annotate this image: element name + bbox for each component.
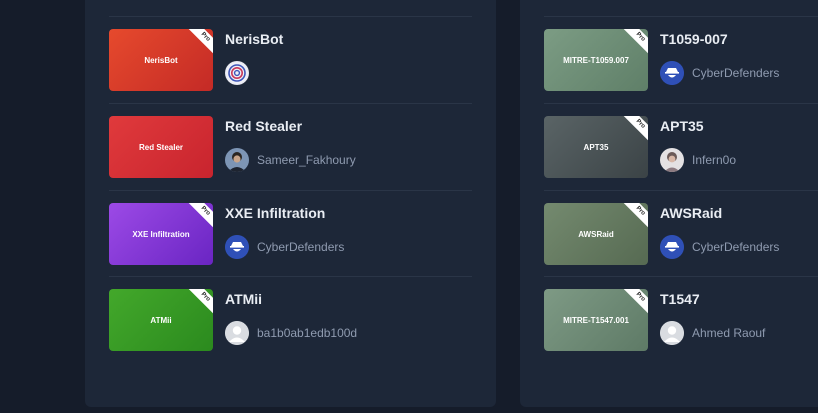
lab-card[interactable]: ATMii Pro ATMii ba1b0ab1edb100d xyxy=(109,289,472,351)
lab-author[interactable] xyxy=(225,61,257,85)
lab-thumbnail[interactable]: APT35 Pro xyxy=(544,116,648,178)
row-divider xyxy=(544,190,818,191)
lab-title[interactable]: T1059-007 xyxy=(660,31,728,47)
lab-thumbnail-label: ATMii xyxy=(150,315,172,325)
lab-card[interactable]: XXE Infiltration Pro XXE Infiltration Cy… xyxy=(109,203,472,265)
lab-card[interactable]: NerisBot Pro NerisBot xyxy=(109,29,472,91)
lab-author[interactable]: Infern0o xyxy=(660,148,736,172)
author-name: CyberDefenders xyxy=(692,240,780,254)
default-user-icon xyxy=(660,321,684,345)
author-name: CyberDefenders xyxy=(257,240,345,254)
lab-title[interactable]: XXE Infiltration xyxy=(225,205,325,221)
author-name: Sameer_Fakhoury xyxy=(257,153,356,167)
author-name: Infern0o xyxy=(692,153,737,167)
lab-title[interactable]: T1547 xyxy=(660,291,700,307)
author-name: ba1b0ab1edb100d xyxy=(257,326,358,340)
lab-author[interactable]: ba1b0ab1edb100d xyxy=(225,321,357,345)
lab-thumbnail-label: MITRE-T1547.001 xyxy=(563,315,629,325)
lab-title[interactable]: ATMii xyxy=(225,291,262,307)
lab-thumbnail-label: AWSRaid xyxy=(578,229,614,239)
lab-card[interactable]: MITRE-T1547.001 Pro T1547 Ahmed Raouf xyxy=(544,289,818,351)
user-photo-icon xyxy=(225,148,249,172)
pro-badge: Pro xyxy=(184,289,213,319)
lab-grid-page: NerisBot Pro NerisBot Red Stealer Red St… xyxy=(0,0,818,413)
pro-badge: Pro xyxy=(184,29,213,59)
lab-thumbnail[interactable]: MITRE-T1547.001 Pro xyxy=(544,289,648,351)
lab-thumbnail[interactable]: ATMii Pro xyxy=(109,289,213,351)
row-divider xyxy=(109,190,472,191)
lab-card[interactable]: MITRE-T1059.007 Pro T1059-007 CyberDefen… xyxy=(544,29,818,91)
lab-title[interactable]: APT35 xyxy=(660,118,704,134)
row-divider xyxy=(544,276,818,277)
pro-badge: Pro xyxy=(619,289,648,319)
lab-thumbnail-label: NerisBot xyxy=(144,55,178,65)
lab-card[interactable]: APT35 Pro APT35 Infern0o xyxy=(544,116,818,178)
lab-card[interactable]: AWSRaid Pro AWSRaid CyberDefenders xyxy=(544,203,818,265)
lab-list-panel-left: NerisBot Pro NerisBot Red Stealer Red St… xyxy=(85,0,496,407)
lab-thumbnail-label: MITRE-T1059.007 xyxy=(563,55,629,65)
lab-thumbnail-label: Red Stealer xyxy=(138,142,184,152)
pro-badge: Pro xyxy=(184,203,213,233)
lab-thumbnail[interactable]: Red Stealer xyxy=(109,116,213,178)
pro-badge: Pro xyxy=(619,116,648,146)
lab-card[interactable]: Red Stealer Red Stealer Sameer_Fakhoury xyxy=(109,116,472,178)
lab-author[interactable]: CyberDefenders xyxy=(225,235,344,259)
lab-thumbnail-label: XXE Infiltration xyxy=(132,229,190,239)
author-name: CyberDefenders xyxy=(692,66,780,80)
cyberdefenders-logo-icon xyxy=(225,235,249,259)
lab-author[interactable]: CyberDefenders xyxy=(660,61,779,85)
default-user-icon xyxy=(225,321,249,345)
target-icon xyxy=(225,61,249,85)
lab-title[interactable]: AWSRaid xyxy=(660,205,722,221)
row-divider xyxy=(109,276,472,277)
lab-author[interactable]: Ahmed Raouf xyxy=(660,321,765,345)
lab-title[interactable]: NerisBot xyxy=(225,31,283,47)
lab-author[interactable]: CyberDefenders xyxy=(660,235,779,259)
row-divider xyxy=(544,103,818,104)
lab-title[interactable]: Red Stealer xyxy=(225,118,302,134)
pro-badge: Pro xyxy=(619,203,648,233)
lab-thumbnail-label: APT35 xyxy=(583,142,609,152)
user-photo-icon xyxy=(660,148,684,172)
lab-list-panel-right: MITRE-T1059.007 Pro T1059-007 CyberDefen… xyxy=(520,0,818,407)
cyberdefenders-logo-icon xyxy=(660,61,684,85)
row-divider xyxy=(109,16,472,17)
lab-thumbnail[interactable]: MITRE-T1059.007 Pro xyxy=(544,29,648,91)
row-divider xyxy=(544,16,818,17)
author-name: Ahmed Raouf xyxy=(692,326,766,340)
lab-thumbnail[interactable]: XXE Infiltration Pro xyxy=(109,203,213,265)
cyberdefenders-logo-icon xyxy=(660,235,684,259)
row-divider xyxy=(109,103,472,104)
lab-thumbnail[interactable]: NerisBot Pro xyxy=(109,29,213,91)
pro-badge: Pro xyxy=(619,29,648,59)
lab-author[interactable]: Sameer_Fakhoury xyxy=(225,148,356,172)
lab-thumbnail[interactable]: AWSRaid Pro xyxy=(544,203,648,265)
